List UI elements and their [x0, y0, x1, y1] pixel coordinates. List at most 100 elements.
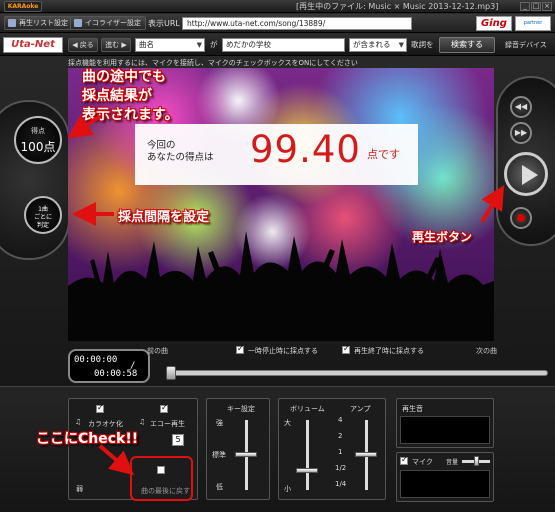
score-interval-button[interactable]: 1曲 ごとに 判定: [24, 196, 62, 234]
url-label: 表示URL :: [148, 19, 186, 28]
annotation-play: 再生ボタン: [412, 230, 473, 244]
rewind-icon: ◀◀: [514, 102, 528, 111]
annotation-check: ここにCheck!!: [36, 431, 139, 447]
score-caption-line-1: 今回の: [147, 140, 176, 151]
key-slider-thumb[interactable]: [235, 452, 257, 457]
key-settings-label: キー設定: [227, 405, 255, 413]
annotation-mid-line-3: 表示されます。: [82, 107, 179, 123]
mic-notice: 採点機能を利用するには、マイクを接続し、マイクのチェックボックスをONにしてくだ…: [68, 59, 358, 67]
fast-forward-icon: ▶▶: [514, 128, 528, 137]
url-field[interactable]: http://www.uta-net.com/song/13889/: [182, 17, 412, 30]
echo-level-stepper[interactable]: 5: [172, 434, 184, 446]
amp-label: アンプ: [350, 405, 371, 413]
play-icon: [522, 165, 538, 185]
return-to-end-checkbox[interactable]: [157, 466, 165, 474]
record-button[interactable]: [510, 207, 532, 229]
partner-logo[interactable]: partner: [515, 16, 551, 31]
equalizer-settings-label: イコライザー設定: [85, 19, 141, 27]
ging-logo[interactable]: Ging: [476, 16, 512, 31]
window-title: [再生中のファイル: Music × Music 2013-12-12.mp3]: [296, 2, 499, 11]
time-current: 00:00:00: [74, 355, 118, 365]
equalizer-settings-button[interactable]: イコライザー設定: [70, 16, 146, 30]
search-button[interactable]: 検索する: [439, 37, 495, 53]
time-total: 00:00:58: [94, 369, 138, 379]
mic-volume-label: 音量: [446, 459, 459, 466]
interval-line-3: 判定: [36, 222, 49, 229]
score-display: 得点 100点: [14, 116, 62, 164]
key-standard-label: 標準: [212, 451, 226, 459]
key-high-label: 強: [216, 419, 223, 427]
score-interval-label: 1曲 ごとに 判定: [26, 206, 60, 230]
playback-sound-label: 再生音: [402, 405, 423, 413]
playlist-settings-label: 再生リスト設定: [19, 19, 68, 27]
key-low-label: 低: [216, 483, 223, 491]
next-song-button[interactable]: 次の曲: [476, 346, 497, 356]
seek-bar[interactable]: [168, 370, 548, 376]
volume-low-label: 小: [284, 485, 291, 493]
volume-label: ボリューム: [290, 405, 325, 413]
chevron-down-icon: ▼: [398, 41, 404, 49]
time-display: 00:00:00 / 00:00:58: [68, 349, 150, 383]
score-value: 100点: [20, 140, 56, 154]
amp-slider-thumb[interactable]: [355, 452, 377, 457]
title-bar: KARAoke [再生中のファイル: Music × Music 2013-12…: [0, 0, 555, 13]
forward-button[interactable]: 進む ▶: [101, 38, 131, 52]
annotation-mid-line-2: 採点結果が: [82, 88, 152, 104]
match-type-value: が含まれる: [353, 40, 391, 49]
maximize-button[interactable]: □: [531, 2, 541, 11]
annotation-mid-score: 曲の途中でも 採点結果が 表示されます。: [82, 68, 179, 125]
match-type-select[interactable]: が含まれる ▼: [349, 38, 407, 52]
uta-net-logo[interactable]: Uta-Net: [3, 37, 63, 53]
echo-icon: ♫: [139, 418, 146, 426]
search-field-select[interactable]: 曲名 ▼: [135, 38, 205, 52]
playlist-icon: [8, 19, 16, 27]
volume-high-label: 大: [284, 419, 291, 427]
amp-tick: 1/2: [335, 464, 347, 472]
amp-tick: 4: [338, 416, 343, 424]
karaoke-checkbox[interactable]: [96, 403, 104, 413]
annotation-mid-line-1: 曲の途中でも: [82, 69, 166, 85]
echo-label: エコー再生: [150, 420, 185, 428]
search-input[interactable]: めだかの学校: [222, 38, 345, 52]
seek-thumb[interactable]: [166, 366, 176, 380]
mic-checkbox[interactable]: [400, 455, 408, 465]
weak-label: 弱: [76, 485, 83, 493]
recording-device-button[interactable]: 録音デバイス: [505, 40, 547, 50]
chevron-down-icon: ▼: [196, 41, 202, 49]
minimize-button[interactable]: _: [520, 2, 530, 11]
app-logo: KARAoke: [4, 1, 42, 12]
amp-tick: 1/4: [335, 480, 347, 488]
back-button[interactable]: ◀ 戻る: [68, 38, 98, 52]
top-toolbar: 再生リスト設定 イコライザー設定 表示URL : http://www.uta-…: [0, 14, 555, 33]
score-result-value: 99.40: [250, 128, 361, 171]
echo-checkbox[interactable]: [160, 403, 168, 413]
close-button[interactable]: ×: [542, 2, 552, 11]
mic-level-meter: [400, 470, 490, 498]
score-result-popup: 今回の あなたの得点は 99.40 点です: [135, 124, 418, 185]
return-to-end-label: 曲の最後に戻す: [141, 487, 190, 495]
playlist-settings-button[interactable]: 再生リスト設定: [4, 16, 73, 30]
interval-line-2: ごとに: [33, 214, 52, 221]
end-score-label: 再生終了時に採点する: [354, 347, 424, 355]
pause-score-label: 一時停止時に採点する: [248, 347, 318, 355]
mic-label: マイク: [412, 458, 433, 466]
search-field-value: 曲名: [139, 40, 154, 49]
record-icon: [517, 214, 525, 222]
playback-level-meter: [400, 416, 490, 444]
volume-slider-track: [306, 420, 309, 490]
score-label: 得点: [31, 127, 45, 135]
lyrics-label: 歌詞を: [411, 40, 434, 49]
volume-slider-thumb[interactable]: [296, 468, 318, 473]
play-button[interactable]: [504, 152, 548, 196]
rewind-button[interactable]: ◀◀: [510, 96, 532, 118]
end-score-checkbox[interactable]: [342, 344, 350, 354]
equalizer-icon: [74, 19, 82, 27]
previous-song-button[interactable]: 前の曲: [147, 346, 168, 356]
pause-score-checkbox[interactable]: [236, 344, 244, 354]
mic-volume-thumb[interactable]: [474, 456, 479, 466]
amp-tick: 1: [338, 448, 343, 456]
score-caption: 今回の あなたの得点は: [147, 140, 214, 164]
annotation-interval: 採点間隔を設定: [118, 210, 210, 225]
fast-forward-button[interactable]: ▶▶: [510, 122, 532, 144]
score-result-unit: 点です: [367, 148, 400, 161]
